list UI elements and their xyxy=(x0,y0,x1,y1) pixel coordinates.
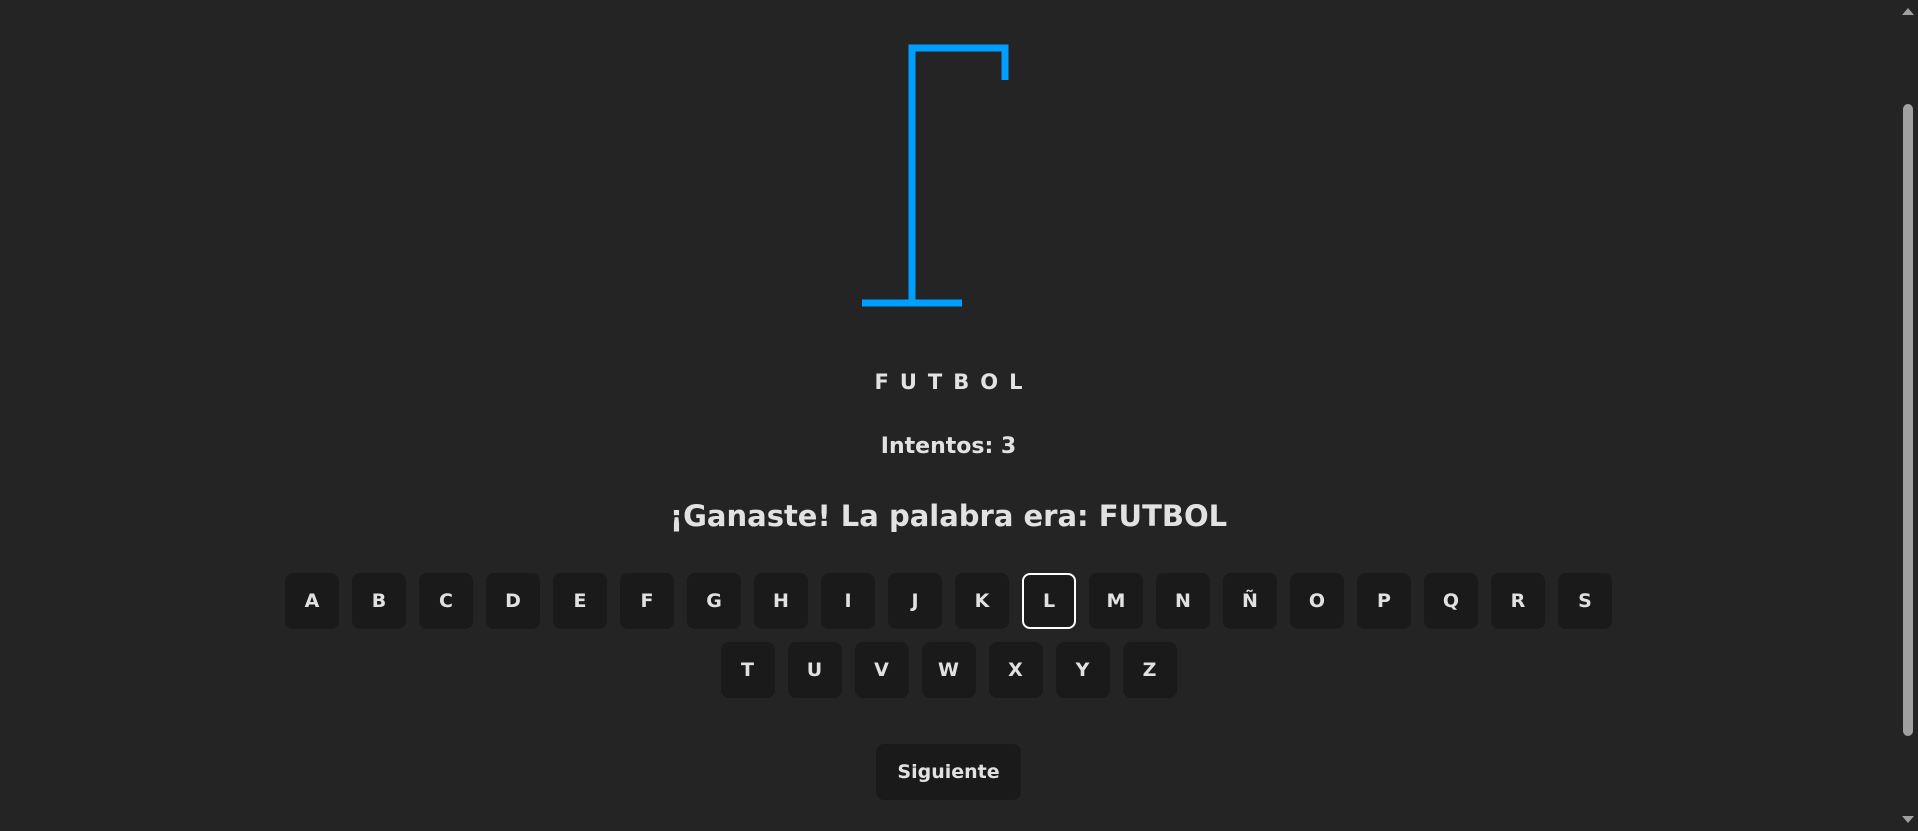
key-w[interactable]: W xyxy=(921,642,976,698)
key-q[interactable]: Q xyxy=(1424,573,1478,629)
key-k[interactable]: K xyxy=(955,573,1009,629)
key-n[interactable]: N xyxy=(1156,573,1210,629)
key-d[interactable]: D xyxy=(486,573,540,629)
key-i[interactable]: I xyxy=(821,573,875,629)
key-h[interactable]: H xyxy=(754,573,808,629)
result-message: ¡Ganaste! La palabra era: FUTBOL xyxy=(669,499,1228,533)
key-g[interactable]: G xyxy=(687,573,741,629)
next-button[interactable]: Siguiente xyxy=(876,744,1021,800)
key-p[interactable]: P xyxy=(1357,573,1411,629)
vertical-scrollbar[interactable] xyxy=(1897,0,1918,831)
hangman-game: FUTBOL Intentos: 3 ¡Ganaste! La palabra … xyxy=(0,0,1897,831)
keyboard-row-2: T U V W X Y Z xyxy=(0,642,1897,698)
key-u[interactable]: U xyxy=(787,642,842,698)
keyboard-row-1: A B C D E F G H I J K L M N Ñ O P Q R S xyxy=(0,573,1897,629)
key-x[interactable]: X xyxy=(988,642,1043,698)
key-y[interactable]: Y xyxy=(1055,642,1110,698)
key-enye[interactable]: Ñ xyxy=(1223,573,1277,629)
key-m[interactable]: M xyxy=(1089,573,1143,629)
hangman-gallows-icon xyxy=(862,44,1009,307)
key-l[interactable]: L xyxy=(1022,573,1076,629)
key-o[interactable]: O xyxy=(1290,573,1344,629)
key-v[interactable]: V xyxy=(854,642,909,698)
key-s[interactable]: S xyxy=(1558,573,1612,629)
scroll-up-arrow-icon[interactable] xyxy=(1902,8,1914,15)
key-t[interactable]: T xyxy=(720,642,775,698)
key-r[interactable]: R xyxy=(1491,573,1545,629)
word-display: FUTBOL xyxy=(874,370,1034,394)
scroll-down-arrow-icon[interactable] xyxy=(1902,816,1914,823)
scrollbar-thumb[interactable] xyxy=(1903,104,1913,736)
key-j[interactable]: J xyxy=(888,573,942,629)
key-z[interactable]: Z xyxy=(1122,642,1177,698)
key-b[interactable]: B xyxy=(352,573,406,629)
key-a[interactable]: A xyxy=(285,573,339,629)
key-f[interactable]: F xyxy=(620,573,674,629)
key-e[interactable]: E xyxy=(553,573,607,629)
key-c[interactable]: C xyxy=(419,573,473,629)
attempts-counter: Intentos: 3 xyxy=(880,434,1017,459)
